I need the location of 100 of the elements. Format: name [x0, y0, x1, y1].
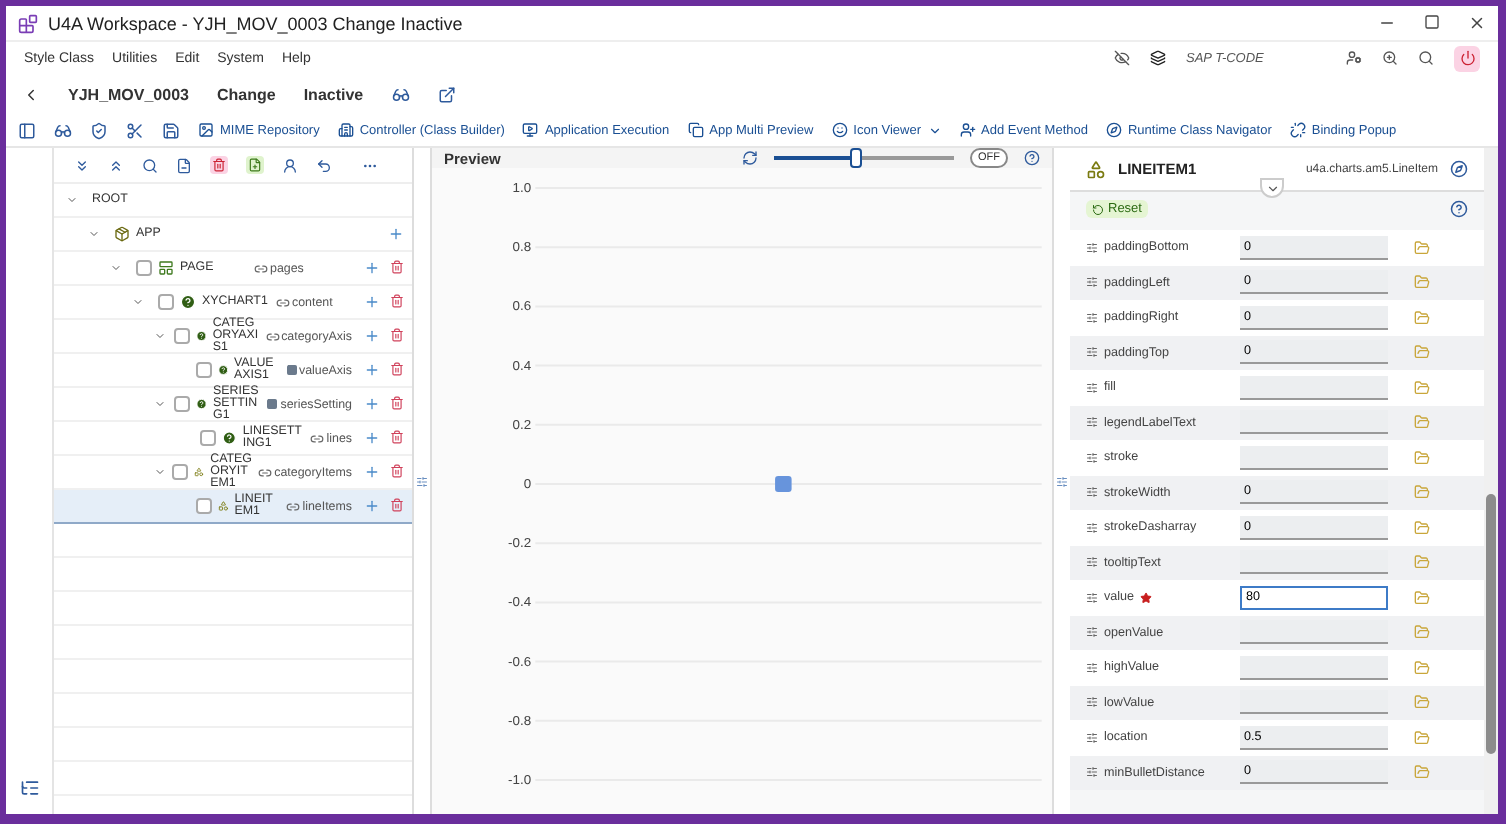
checkbox[interactable] — [195, 362, 212, 378]
chevron-icon[interactable] — [132, 296, 144, 308]
binding-folder-icon[interactable] — [1414, 449, 1430, 466]
collapse-all-icon[interactable] — [108, 157, 124, 173]
glasses-icon[interactable] — [54, 121, 72, 139]
splitter-handle-icon[interactable] — [1056, 475, 1068, 487]
add-button[interactable] — [364, 328, 380, 344]
property-field[interactable] — [1240, 410, 1388, 435]
close-icon[interactable] — [1468, 14, 1486, 32]
plus-icon — [364, 396, 380, 412]
delete-button[interactable] — [390, 464, 404, 480]
checkbox[interactable] — [200, 430, 217, 446]
sliders-icon — [1086, 311, 1098, 324]
binding-folder-icon[interactable] — [1414, 344, 1430, 361]
tree-icon[interactable] — [19, 778, 39, 798]
layers-icon[interactable] — [1150, 50, 1166, 66]
delete-button[interactable] — [390, 328, 404, 344]
binding-folder-icon[interactable] — [1414, 239, 1430, 256]
property-field[interactable] — [1240, 655, 1388, 680]
chevron-icon[interactable] — [88, 228, 100, 240]
back-icon[interactable] — [22, 85, 40, 103]
smile-icon — [831, 122, 848, 138]
add-button[interactable] — [364, 464, 380, 480]
sliders-icon — [1086, 766, 1098, 779]
chevron-icon[interactable] — [154, 466, 166, 478]
scissors-icon[interactable] — [126, 121, 144, 139]
delete-button[interactable] — [390, 294, 404, 310]
binding-folder-icon[interactable] — [1414, 414, 1430, 431]
app-id: YJH_MOV_0003 — [68, 85, 189, 103]
layout-icon — [158, 260, 174, 276]
file-icon[interactable] — [176, 157, 192, 173]
help-icon[interactable] — [1024, 150, 1040, 166]
save-icon[interactable] — [162, 121, 180, 139]
link-icon — [254, 261, 268, 275]
link-icon — [276, 295, 290, 309]
property-field[interactable] — [1240, 375, 1388, 400]
binding-folder-icon[interactable] — [1414, 519, 1430, 536]
checkbox[interactable] — [158, 294, 174, 310]
panel-icon[interactable] — [18, 121, 36, 139]
delete-button[interactable] — [390, 396, 404, 412]
add-button[interactable] — [364, 294, 380, 310]
shield-icon[interactable] — [90, 121, 108, 139]
chevron-icon[interactable] — [154, 330, 166, 342]
help-icon[interactable] — [1450, 200, 1468, 218]
zoom-in-icon[interactable] — [1382, 50, 1398, 66]
compass-icon[interactable] — [1450, 160, 1468, 178]
help-circle-icon — [222, 430, 237, 446]
binding-folder-icon[interactable] — [1414, 309, 1430, 326]
binding-folder-icon[interactable] — [1414, 659, 1430, 676]
link-icon — [286, 499, 301, 513]
user-icon[interactable] — [1346, 50, 1362, 66]
binding-folder-icon[interactable] — [1414, 729, 1430, 746]
binding-folder-icon[interactable] — [1414, 274, 1430, 291]
power-icon — [1459, 50, 1475, 66]
binding-folder-icon[interactable] — [1414, 379, 1430, 396]
slider-thumb[interactable] — [849, 148, 861, 168]
checkbox[interactable] — [195, 498, 212, 514]
chevron-icon[interactable] — [110, 262, 122, 274]
undo-icon[interactable] — [316, 157, 332, 173]
scrollbar-thumb[interactable] — [1486, 494, 1496, 754]
search-icon[interactable] — [142, 157, 158, 173]
power-button[interactable] — [1454, 45, 1480, 71]
checkbox[interactable] — [136, 260, 152, 276]
binding-folder-icon[interactable] — [1414, 554, 1430, 571]
delete-button[interactable] — [390, 362, 404, 378]
add-button[interactable] — [388, 226, 404, 242]
maximize-icon[interactable] — [1424, 14, 1440, 30]
trash-icon[interactable] — [210, 156, 228, 174]
add-button[interactable] — [364, 362, 380, 378]
splitter-handle-icon[interactable] — [416, 475, 428, 487]
collapse-button[interactable] — [1260, 178, 1284, 198]
external-link-icon[interactable] — [437, 85, 456, 103]
property-field[interactable] — [1240, 620, 1388, 645]
eye-off-icon[interactable] — [1114, 50, 1130, 66]
add-button[interactable] — [364, 430, 380, 446]
expand-all-icon[interactable] — [74, 157, 90, 173]
user-icon[interactable] — [282, 157, 298, 173]
chevron-icon[interactable] — [66, 193, 78, 206]
property-field[interactable] — [1240, 690, 1388, 715]
add-button[interactable] — [364, 260, 380, 276]
delete-button[interactable] — [390, 260, 404, 276]
add-button[interactable] — [364, 498, 380, 514]
binding-folder-icon[interactable] — [1414, 484, 1430, 501]
checkbox[interactable] — [173, 328, 190, 344]
binding-folder-icon[interactable] — [1414, 624, 1430, 641]
search-icon[interactable] — [1418, 50, 1434, 66]
chevron-icon[interactable] — [154, 398, 166, 410]
refresh-icon[interactable] — [742, 150, 758, 166]
file-plus-icon[interactable] — [246, 156, 264, 174]
checkbox[interactable] — [172, 464, 189, 480]
checkbox[interactable] — [173, 396, 190, 412]
glasses-icon[interactable] — [391, 85, 410, 103]
add-button[interactable] — [364, 396, 380, 412]
binding-folder-icon[interactable] — [1414, 694, 1430, 711]
property-field[interactable] — [1240, 445, 1388, 470]
delete-button[interactable] — [390, 498, 404, 514]
property-field[interactable] — [1240, 550, 1388, 575]
binding-folder-icon[interactable] — [1414, 589, 1430, 606]
delete-button[interactable] — [390, 430, 404, 446]
binding-folder-icon[interactable] — [1414, 764, 1430, 781]
